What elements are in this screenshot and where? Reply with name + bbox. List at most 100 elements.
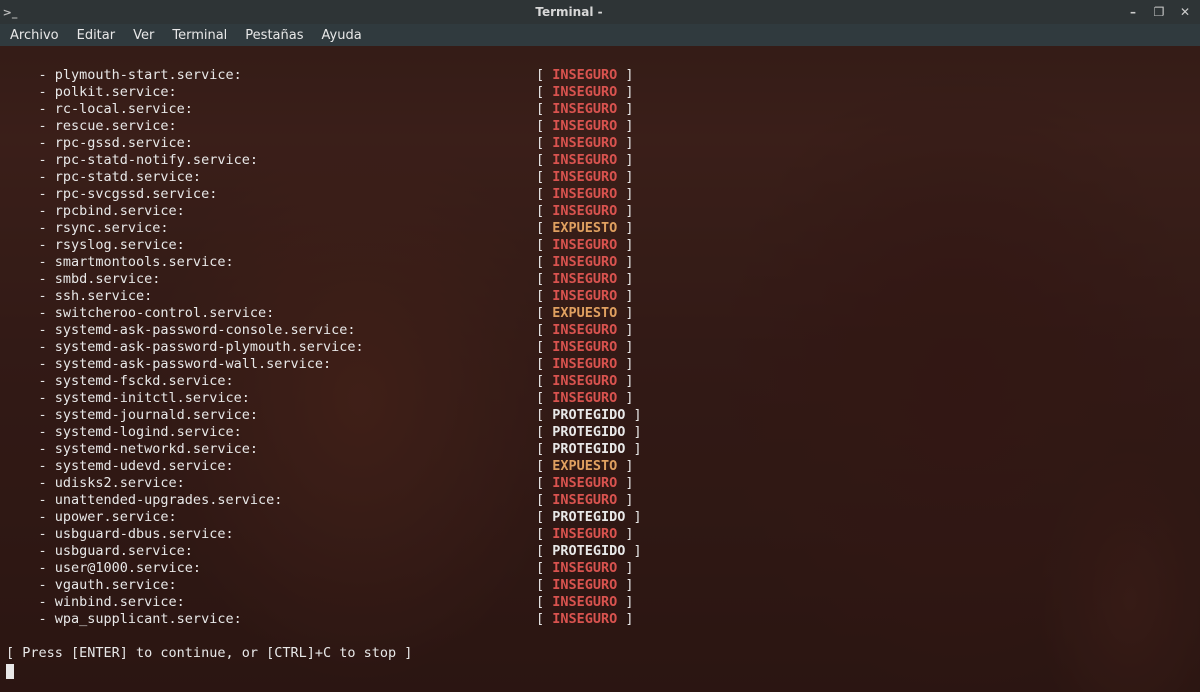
service-status: INSEGURO bbox=[552, 356, 617, 373]
service-name: - rpc-gssd.service: bbox=[6, 135, 536, 152]
bracket-open: [ bbox=[536, 305, 552, 322]
service-name: - systemd-ask-password-plymouth.service: bbox=[6, 339, 536, 356]
bracket-close: ] bbox=[617, 373, 633, 390]
bracket-close: ] bbox=[617, 305, 633, 322]
bracket-open: [ bbox=[536, 84, 552, 101]
bracket-close: ] bbox=[617, 254, 633, 271]
bracket-close: ] bbox=[625, 441, 641, 458]
window-maximize-button[interactable]: ❐ bbox=[1152, 5, 1166, 19]
service-name: - systemd-networkd.service: bbox=[6, 441, 536, 458]
service-name: - smartmontools.service: bbox=[6, 254, 536, 271]
service-name: - polkit.service: bbox=[6, 84, 536, 101]
service-line: - udisks2.service:[ INSEGURO ] bbox=[6, 475, 1194, 492]
service-line: - rescue.service:[ INSEGURO ] bbox=[6, 118, 1194, 135]
menu-ver[interactable]: Ver bbox=[133, 28, 154, 43]
service-status: INSEGURO bbox=[552, 475, 617, 492]
bracket-open: [ bbox=[536, 118, 552, 135]
service-line: - rpc-statd-notify.service:[ INSEGURO ] bbox=[6, 152, 1194, 169]
service-status: INSEGURO bbox=[552, 390, 617, 407]
service-line: - upower.service:[ PROTEGIDO ] bbox=[6, 509, 1194, 526]
bracket-close: ] bbox=[617, 67, 633, 84]
bracket-open: [ bbox=[536, 458, 552, 475]
bracket-open: [ bbox=[536, 186, 552, 203]
service-line: - switcheroo-control.service:[ EXPUESTO … bbox=[6, 305, 1194, 322]
menu-ayuda[interactable]: Ayuda bbox=[322, 28, 362, 43]
service-name: - rsyslog.service: bbox=[6, 237, 536, 254]
service-name: - usbguard.service: bbox=[6, 543, 536, 560]
bracket-open: [ bbox=[536, 611, 552, 628]
cursor-line bbox=[6, 662, 1194, 680]
service-line: - rpc-statd.service:[ INSEGURO ] bbox=[6, 169, 1194, 186]
bracket-open: [ bbox=[536, 220, 552, 237]
service-name: - switcheroo-control.service: bbox=[6, 305, 536, 322]
bracket-open: [ bbox=[536, 203, 552, 220]
bracket-close: ] bbox=[617, 203, 633, 220]
bracket-open: [ bbox=[536, 237, 552, 254]
service-name: - rpc-statd-notify.service: bbox=[6, 152, 536, 169]
bracket-open: [ bbox=[536, 254, 552, 271]
bracket-close: ] bbox=[625, 509, 641, 526]
bracket-open: [ bbox=[536, 594, 552, 611]
service-line: - wpa_supplicant.service:[ INSEGURO ] bbox=[6, 611, 1194, 628]
menu-bar: Archivo Editar Ver Terminal Pestañas Ayu… bbox=[0, 24, 1200, 46]
service-line: - plymouth-start.service:[ INSEGURO ] bbox=[6, 67, 1194, 84]
service-name: - ssh.service: bbox=[6, 288, 536, 305]
bracket-close: ] bbox=[617, 220, 633, 237]
bracket-close: ] bbox=[617, 594, 633, 611]
bracket-close: ] bbox=[617, 356, 633, 373]
bracket-close: ] bbox=[617, 560, 633, 577]
bracket-open: [ bbox=[536, 526, 552, 543]
terminal-output[interactable]: - plymouth-start.service:[ INSEGURO ] - … bbox=[0, 46, 1200, 692]
service-status: INSEGURO bbox=[552, 288, 617, 305]
bracket-close: ] bbox=[617, 237, 633, 254]
bracket-close: ] bbox=[617, 271, 633, 288]
window-title: Terminal - bbox=[20, 5, 1118, 19]
bracket-open: [ bbox=[536, 135, 552, 152]
bracket-close: ] bbox=[625, 407, 641, 424]
bracket-open: [ bbox=[536, 101, 552, 118]
service-status: INSEGURO bbox=[552, 237, 617, 254]
bracket-open: [ bbox=[536, 152, 552, 169]
service-line: - systemd-fsckd.service:[ INSEGURO ] bbox=[6, 373, 1194, 390]
service-name: - rsync.service: bbox=[6, 220, 536, 237]
service-line: - rc-local.service:[ INSEGURO ] bbox=[6, 101, 1194, 118]
service-line: - systemd-ask-password-wall.service:[ IN… bbox=[6, 356, 1194, 373]
bracket-close: ] bbox=[625, 424, 641, 441]
service-name: - rpc-svcgssd.service: bbox=[6, 186, 536, 203]
terminal-cursor bbox=[6, 664, 14, 679]
service-line: - winbind.service:[ INSEGURO ] bbox=[6, 594, 1194, 611]
service-line: - systemd-logind.service:[ PROTEGIDO ] bbox=[6, 424, 1194, 441]
service-status: INSEGURO bbox=[552, 577, 617, 594]
bracket-close: ] bbox=[617, 169, 633, 186]
continue-prompt: [ Press [ENTER] to continue, or [CTRL]+C… bbox=[6, 645, 1194, 662]
bracket-close: ] bbox=[617, 526, 633, 543]
service-line: - vgauth.service:[ INSEGURO ] bbox=[6, 577, 1194, 594]
menu-archivo[interactable]: Archivo bbox=[10, 28, 59, 43]
menu-editar[interactable]: Editar bbox=[77, 28, 116, 43]
window-titlebar[interactable]: >_ Terminal - – ❐ ✕ bbox=[0, 0, 1200, 24]
service-line: - rsyslog.service:[ INSEGURO ] bbox=[6, 237, 1194, 254]
bracket-close: ] bbox=[617, 152, 633, 169]
menu-terminal[interactable]: Terminal bbox=[172, 28, 227, 43]
service-status: INSEGURO bbox=[552, 135, 617, 152]
terminal-icon: >_ bbox=[0, 6, 20, 19]
menu-pestanas[interactable]: Pestañas bbox=[245, 28, 303, 43]
service-name: - systemd-udevd.service: bbox=[6, 458, 536, 475]
bracket-close: ] bbox=[617, 492, 633, 509]
service-status: INSEGURO bbox=[552, 373, 617, 390]
service-name: - winbind.service: bbox=[6, 594, 536, 611]
bracket-open: [ bbox=[536, 322, 552, 339]
service-line: - ssh.service:[ INSEGURO ] bbox=[6, 288, 1194, 305]
service-line: - rsync.service:[ EXPUESTO ] bbox=[6, 220, 1194, 237]
bracket-open: [ bbox=[536, 390, 552, 407]
service-status: PROTEGIDO bbox=[552, 441, 625, 458]
service-name: - systemd-initctl.service: bbox=[6, 390, 536, 407]
window-minimize-button[interactable]: – bbox=[1126, 5, 1140, 19]
service-line: - smartmontools.service:[ INSEGURO ] bbox=[6, 254, 1194, 271]
bracket-close: ] bbox=[617, 390, 633, 407]
service-line: - polkit.service:[ INSEGURO ] bbox=[6, 84, 1194, 101]
service-line: - rpcbind.service:[ INSEGURO ] bbox=[6, 203, 1194, 220]
bracket-open: [ bbox=[536, 475, 552, 492]
service-status: INSEGURO bbox=[552, 254, 617, 271]
window-close-button[interactable]: ✕ bbox=[1178, 5, 1192, 19]
